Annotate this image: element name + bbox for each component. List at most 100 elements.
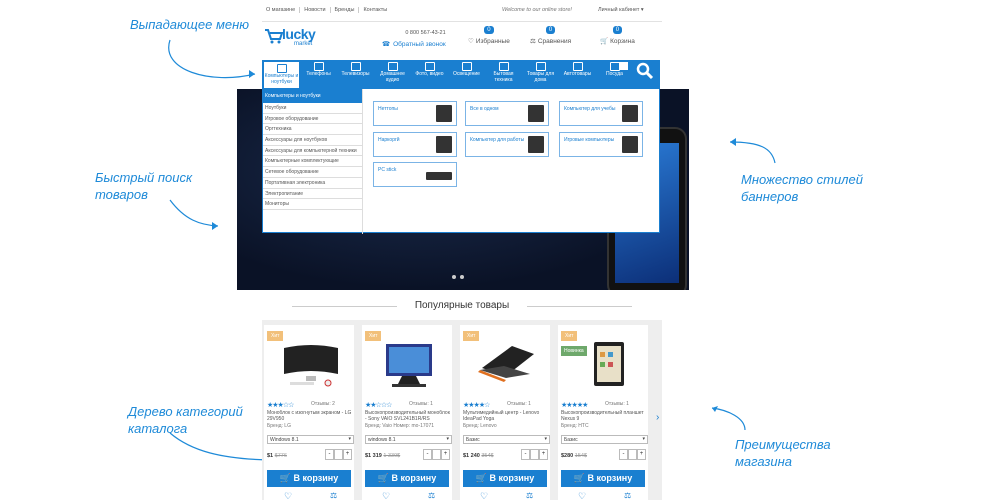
mega-category-item[interactable]: Игровое оборудование bbox=[263, 114, 362, 125]
minus-button[interactable]: - bbox=[619, 449, 628, 460]
qty-input[interactable] bbox=[334, 449, 343, 460]
minus-button[interactable]: - bbox=[423, 449, 432, 460]
option-select[interactable]: Windows 8.1 bbox=[267, 435, 354, 444]
qty-input[interactable] bbox=[628, 449, 637, 460]
heart-icon[interactable]: ♡ bbox=[382, 491, 390, 502]
mega-category-item[interactable]: Аксессуары для компьютерной техники bbox=[263, 146, 362, 157]
product-name[interactable]: Мультимедийный центр - Lenovo IdeaPad Yo… bbox=[463, 410, 549, 422]
mega-card-other[interactable]: Наркоргй bbox=[373, 132, 457, 157]
quantity-stepper[interactable]: - + bbox=[521, 449, 548, 460]
compare-icon[interactable]: ⚖ bbox=[330, 491, 337, 500]
mega-card-allinone[interactable]: Все в одном bbox=[465, 101, 549, 126]
heart-icon[interactable]: ♡ bbox=[578, 491, 586, 502]
carousel-next-arrow[interactable]: › bbox=[656, 412, 659, 423]
nav-tv[interactable]: Телевизоры bbox=[337, 60, 374, 88]
nav-lighting[interactable]: Освещение bbox=[448, 60, 485, 88]
mega-card-image bbox=[436, 136, 452, 153]
qty-input[interactable] bbox=[432, 449, 441, 460]
option-select[interactable]: Базис bbox=[463, 435, 550, 444]
banner-pagination[interactable] bbox=[452, 275, 464, 279]
nav-computers[interactable]: Компьютеры и ноутбуки bbox=[263, 61, 300, 89]
product-name[interactable]: Высокопроизводительный планшет Nexus 9 bbox=[561, 410, 647, 422]
product-card[interactable]: Хит Новинка ★★★★★ Отзывы: 1 Высокопроизв… bbox=[558, 325, 648, 502]
account-dropdown[interactable]: Личный кабинет ▾ bbox=[598, 7, 644, 13]
nav-computers-label: Компьютеры и ноутбуки bbox=[264, 73, 299, 85]
mega-card-nettop[interactable]: Неттопы bbox=[373, 101, 457, 126]
nav-audio[interactable]: Домашнее аудио bbox=[374, 60, 411, 88]
nav-phones[interactable]: Телефоны bbox=[300, 60, 337, 88]
reviews-count[interactable]: Отзывы: 1 bbox=[409, 401, 433, 407]
compare-icon[interactable]: ⚖ bbox=[526, 491, 533, 500]
callback-label: Обратный звонок bbox=[393, 40, 446, 48]
heart-icon[interactable]: ♡ bbox=[480, 491, 488, 502]
product-card[interactable]: Хит ★★☆☆☆ Отзывы: 1 Высокопроизводительн… bbox=[362, 325, 452, 502]
annotation-dropdown: Выпадающее меню bbox=[130, 17, 250, 32]
quantity-stepper[interactable]: - + bbox=[325, 449, 352, 460]
logo-subtext: market bbox=[294, 41, 313, 47]
cart-link[interactable]: 0 🛒 Корзина bbox=[600, 26, 635, 45]
mega-category-item[interactable]: Ноутбуки bbox=[263, 103, 362, 114]
product-name[interactable]: Высокопроизводительный моноблок - Sony V… bbox=[365, 410, 451, 422]
favorites-link[interactable]: 0 ♡ Избранные bbox=[468, 26, 510, 45]
top-link-about[interactable]: О магазине bbox=[262, 7, 301, 13]
nav-extra-box[interactable] bbox=[619, 62, 628, 70]
search-icon[interactable] bbox=[636, 62, 654, 80]
add-to-cart-button[interactable]: 🛒 В корзину bbox=[267, 470, 351, 487]
mega-card-work[interactable]: Компьютер для работы bbox=[465, 132, 549, 157]
nav-appliances[interactable]: Бытовая техника bbox=[485, 60, 522, 88]
mega-menu-header[interactable]: Компьютеры и ноутбуки bbox=[263, 89, 362, 103]
compare-link[interactable]: 0 ⚖ Сравнения bbox=[530, 26, 571, 45]
add-to-cart-button[interactable]: 🛒 В корзину bbox=[463, 470, 547, 487]
mega-card-gaming[interactable]: Игровые компьютеры bbox=[559, 132, 643, 157]
compare-icon[interactable]: ⚖ bbox=[428, 491, 435, 500]
heart-icon[interactable]: ♡ bbox=[284, 491, 292, 502]
top-link-contacts[interactable]: Контакты bbox=[359, 7, 391, 13]
plus-button[interactable]: + bbox=[343, 449, 352, 460]
mega-category-item[interactable]: Аксессуары для ноутбуков bbox=[263, 135, 362, 146]
reviews-count[interactable]: Отзывы: 1 bbox=[507, 401, 531, 407]
qty-input[interactable] bbox=[530, 449, 539, 460]
add-to-cart-button[interactable]: 🛒 В корзину bbox=[365, 470, 449, 487]
mega-category-item[interactable]: Компьютерные комплектующие bbox=[263, 156, 362, 168]
mega-card-label: Неттопы bbox=[378, 106, 398, 112]
quantity-stepper[interactable]: - + bbox=[423, 449, 450, 460]
option-select[interactable]: windows 8.1 bbox=[365, 435, 452, 444]
mega-card-study[interactable]: Компьютер для учебы bbox=[559, 101, 643, 126]
mega-card-label: Все в одном bbox=[470, 106, 499, 112]
mega-card-image bbox=[528, 105, 544, 122]
quantity-stepper[interactable]: - + bbox=[619, 449, 646, 460]
reviews-count[interactable]: Отзывы: 1 bbox=[605, 401, 629, 407]
plus-button[interactable]: + bbox=[441, 449, 450, 460]
product-card[interactable]: Хит ★★★★☆ Отзывы: 1 Мультимедийный центр… bbox=[460, 325, 550, 502]
mega-category-item[interactable]: Оргтехника bbox=[263, 124, 362, 136]
add-to-cart-button[interactable]: 🛒 В корзину bbox=[561, 470, 645, 487]
nav-auto[interactable]: Автотовары bbox=[559, 60, 596, 88]
minus-button[interactable]: - bbox=[521, 449, 530, 460]
annotation-search-text: Быстрый поиск товаров bbox=[95, 170, 193, 202]
reviews-count[interactable]: Отзывы: 2 bbox=[311, 401, 335, 407]
mega-card-pcstick[interactable]: PC stick bbox=[373, 162, 457, 187]
mega-category-item[interactable]: Мониторы bbox=[263, 199, 362, 210]
logo-text: lucky bbox=[282, 26, 316, 42]
minus-button[interactable]: - bbox=[325, 449, 334, 460]
top-link-news[interactable]: Новости bbox=[300, 7, 331, 13]
product-card[interactable]: Хит ★★★☆☆ Отзывы: 2 Моноблок с изогнутым… bbox=[264, 325, 354, 502]
option-select[interactable]: Базис bbox=[561, 435, 648, 444]
product-brand: Бренд: Lenovo bbox=[463, 423, 497, 429]
plus-button[interactable]: + bbox=[539, 449, 548, 460]
compare-icon[interactable]: ⚖ bbox=[624, 491, 631, 500]
cart-icon: 🛒 bbox=[600, 38, 609, 45]
annotation-advantages: Преимущества магазина bbox=[735, 436, 845, 470]
top-link-brands[interactable]: Бренды bbox=[331, 7, 360, 13]
nav-home[interactable]: Товары для дома bbox=[522, 60, 559, 88]
add-to-cart-label: В корзину bbox=[391, 473, 437, 483]
plus-button[interactable]: + bbox=[637, 449, 646, 460]
mega-category-item[interactable]: Портативная электроника bbox=[263, 178, 362, 189]
product-name[interactable]: Моноблок с изогнутым экраном - LG 29V950 bbox=[267, 410, 353, 422]
callback-link[interactable]: ☎ Обратный звонок bbox=[382, 40, 446, 49]
mega-category-item[interactable]: Сетевое оборудование bbox=[263, 167, 362, 178]
logo[interactable]: lucky market bbox=[264, 26, 316, 49]
nav-photo[interactable]: Фото, видео bbox=[411, 60, 448, 88]
mega-card-label: Наркоргй bbox=[378, 137, 400, 143]
mega-category-item[interactable]: Электропитание bbox=[263, 189, 362, 200]
